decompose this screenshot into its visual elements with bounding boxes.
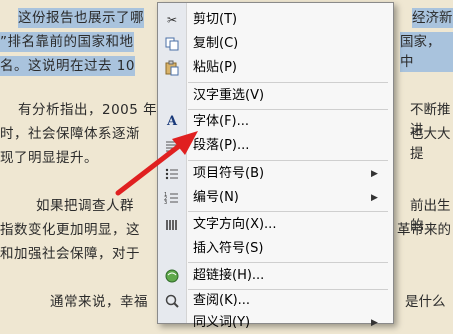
submenu-arrow-icon: ▶ <box>371 318 378 328</box>
annotation-arrow <box>115 131 198 196</box>
menu-item-synonyms[interactable]: 同义词(Y) ▶ <box>158 312 393 334</box>
